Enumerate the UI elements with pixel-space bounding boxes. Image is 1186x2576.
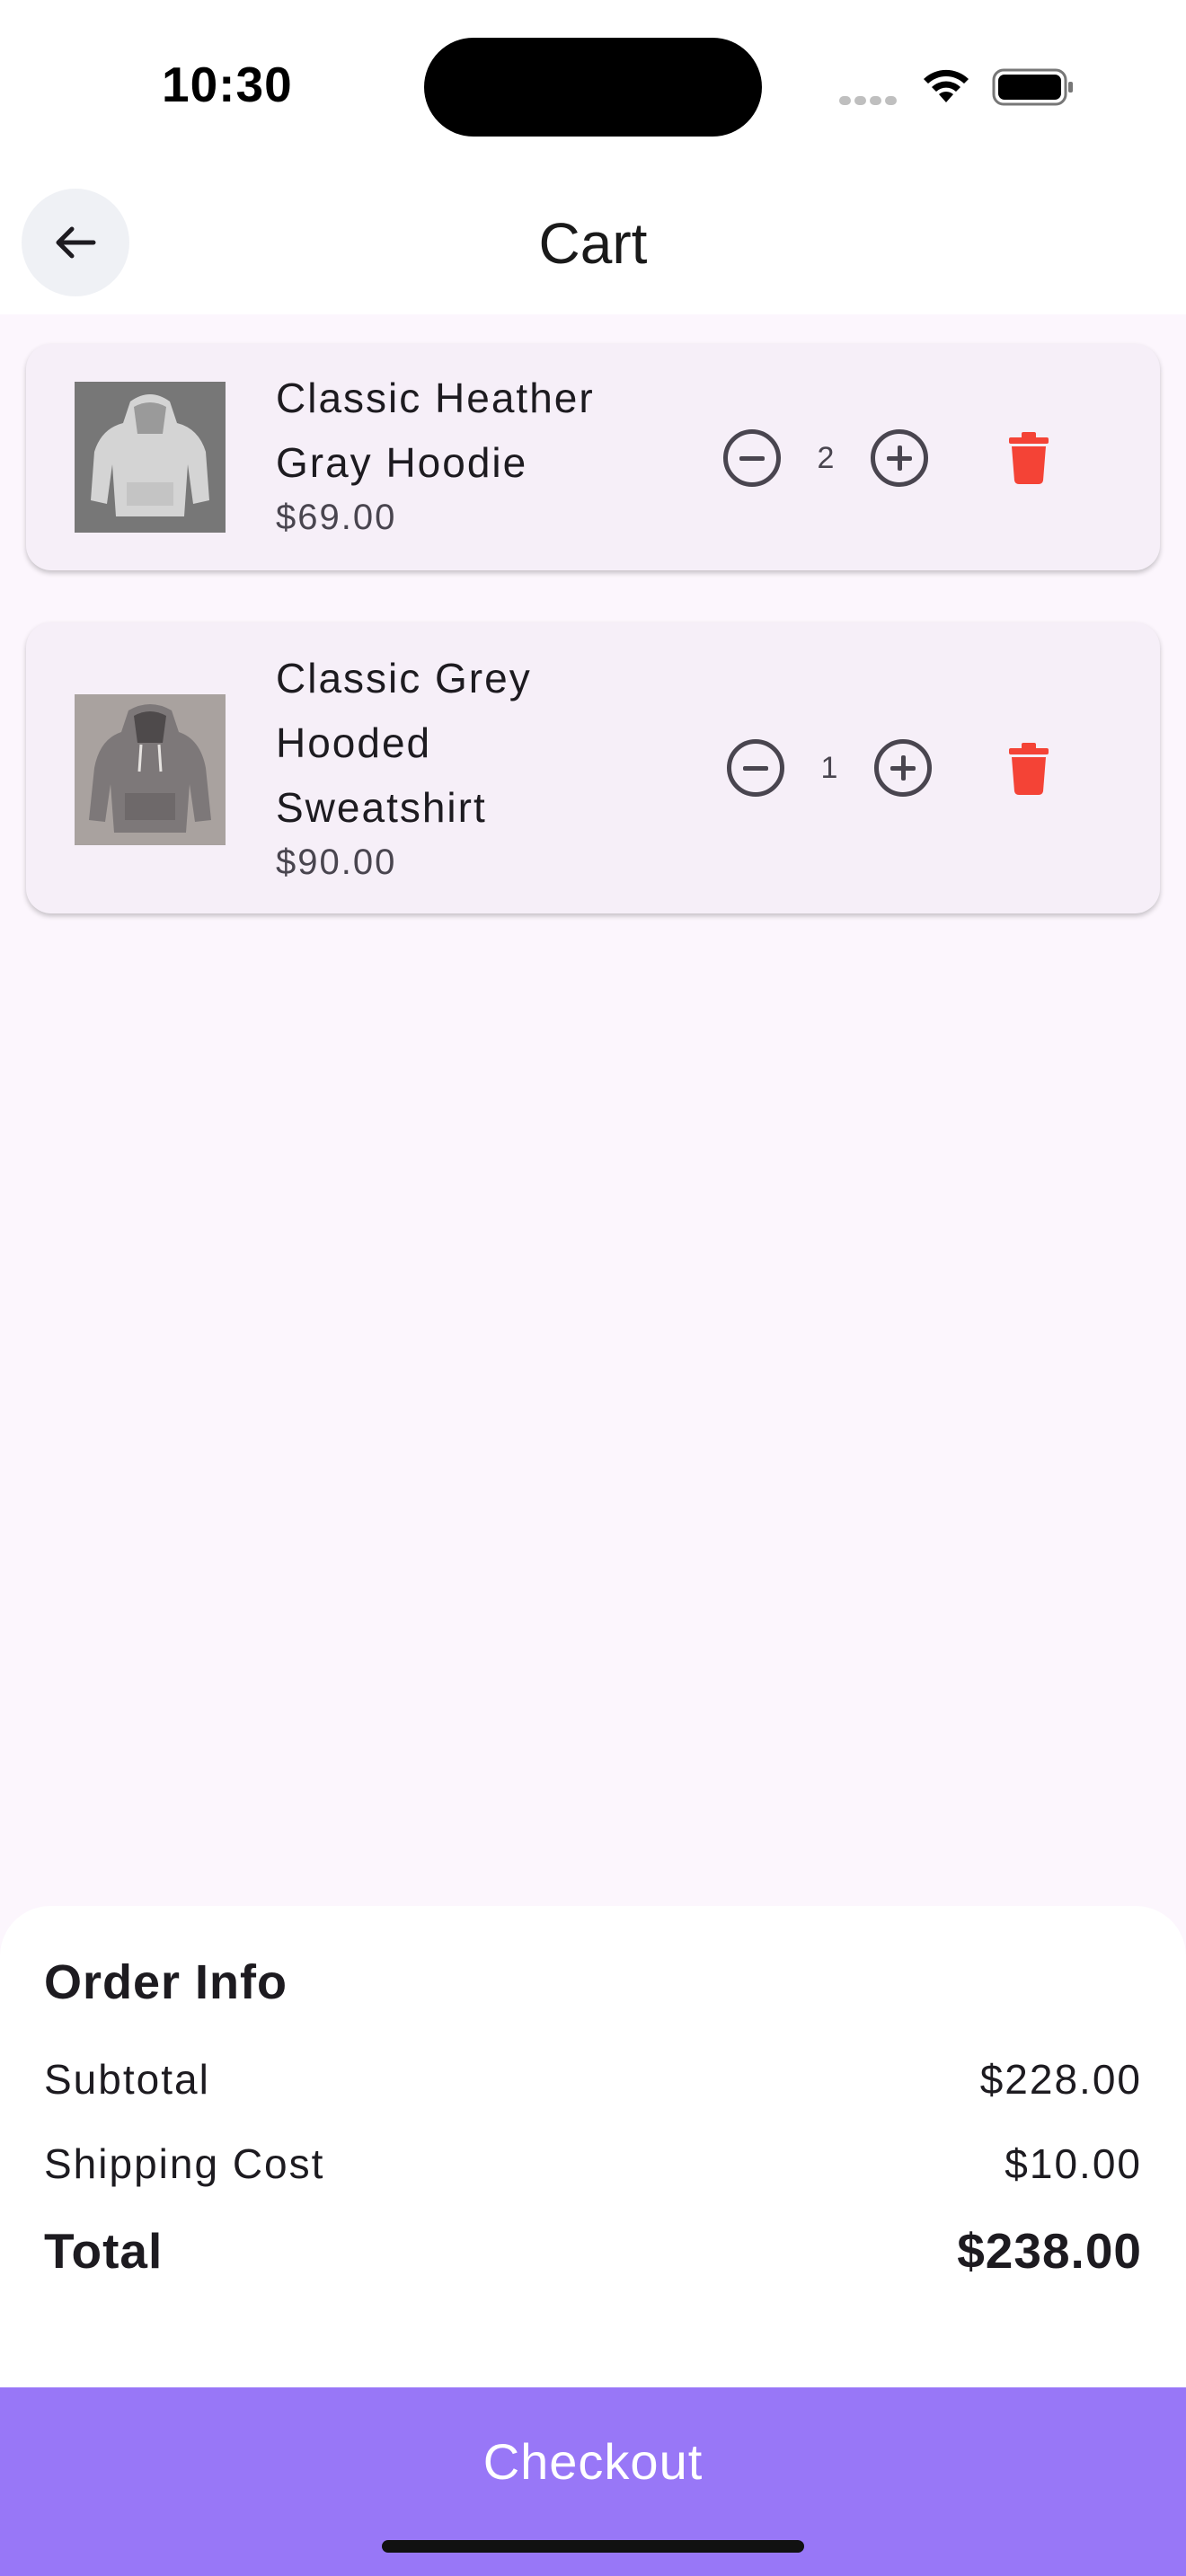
quantity-stepper: 1 (727, 739, 932, 797)
product-image (75, 694, 226, 845)
quantity-stepper: 2 (723, 429, 928, 487)
increase-quantity-button[interactable] (871, 429, 928, 487)
checkout-label: Checkout (482, 2433, 704, 2490)
item-info: Classic Grey Hooded Sweatshirt $90.00 (276, 646, 698, 885)
dynamic-island (424, 38, 762, 137)
item-price: $69.00 (276, 498, 397, 537)
cart-item: Classic Grey Hooded Sweatshirt $90.00 1 (26, 622, 1160, 913)
total-value: $238.00 (957, 2223, 1142, 2279)
item-info: Classic Heather Gray Hoodie $69.00 (276, 366, 698, 540)
home-indicator (382, 2540, 804, 2553)
decrease-quantity-button[interactable] (727, 739, 784, 797)
product-image (75, 382, 226, 533)
order-info-title: Order Info (44, 1955, 288, 2009)
order-info-panel: Order Info Subtotal $228.00 Shipping Cos… (0, 1906, 1186, 2387)
app-bar: Cart (0, 171, 1186, 314)
status-time: 10:30 (162, 57, 293, 112)
status-bar: 10:30 (0, 0, 1186, 171)
quantity-value: 2 (817, 440, 835, 475)
cellular-signal-icon (839, 93, 900, 110)
increase-quantity-button[interactable] (874, 739, 932, 797)
subtotal-row: Subtotal $228.00 (44, 2055, 1142, 2104)
subtotal-value: $228.00 (979, 2056, 1142, 2103)
page-title: Cart (538, 211, 648, 276)
shipping-label: Shipping Cost (44, 2140, 325, 2187)
cart-list: Classic Heather Gray Hoodie $69.00 2 Cla… (26, 344, 1160, 966)
subtotal-label: Subtotal (44, 2056, 210, 2103)
shipping-value: $10.00 (1005, 2140, 1142, 2187)
battery-icon (992, 68, 1073, 106)
item-price: $90.00 (276, 842, 397, 882)
shipping-row: Shipping Cost $10.00 (44, 2139, 1142, 2188)
item-name: Classic Grey Hooded Sweatshirt (276, 655, 532, 831)
cart-item: Classic Heather Gray Hoodie $69.00 2 (26, 344, 1160, 570)
trash-icon[interactable] (1007, 432, 1050, 484)
total-label: Total (44, 2223, 164, 2279)
wifi-icon (924, 69, 969, 102)
item-name: Classic Heather Gray Hoodie (276, 375, 595, 486)
decrease-quantity-button[interactable] (723, 429, 781, 487)
trash-icon[interactable] (1007, 743, 1050, 795)
total-row: Total $238.00 (44, 2222, 1142, 2280)
quantity-value: 1 (820, 750, 838, 785)
